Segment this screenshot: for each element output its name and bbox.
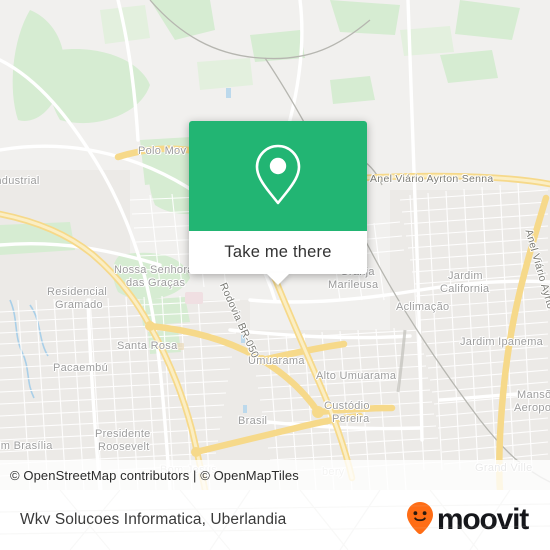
take-me-there-popup[interactable]: Take me there (189, 121, 367, 285)
take-me-there-label: Take me there (224, 243, 332, 261)
map-attribution: © OpenStreetMap contributors | © OpenMap… (0, 460, 550, 490)
popup-image-area (189, 121, 367, 231)
map-screen: Industrial Polo Mov Nossa Senhora das Gr… (0, 0, 550, 550)
moovit-wordmark: moovit (436, 503, 529, 536)
moovit-pin-icon (405, 501, 435, 540)
map-pin-icon (250, 141, 306, 212)
popup-tail-pointer (266, 273, 290, 285)
moovit-logo[interactable]: moovit (405, 501, 529, 540)
footer-bar: Wkv Solucoes Informatica, Uberlandia moo… (0, 490, 550, 550)
popup-action-area[interactable]: Take me there (189, 231, 367, 285)
attribution-text: © OpenStreetMap contributors | © OpenMap… (10, 467, 299, 483)
place-title: Wkv Solucoes Informatica, Uberlandia (20, 511, 287, 528)
